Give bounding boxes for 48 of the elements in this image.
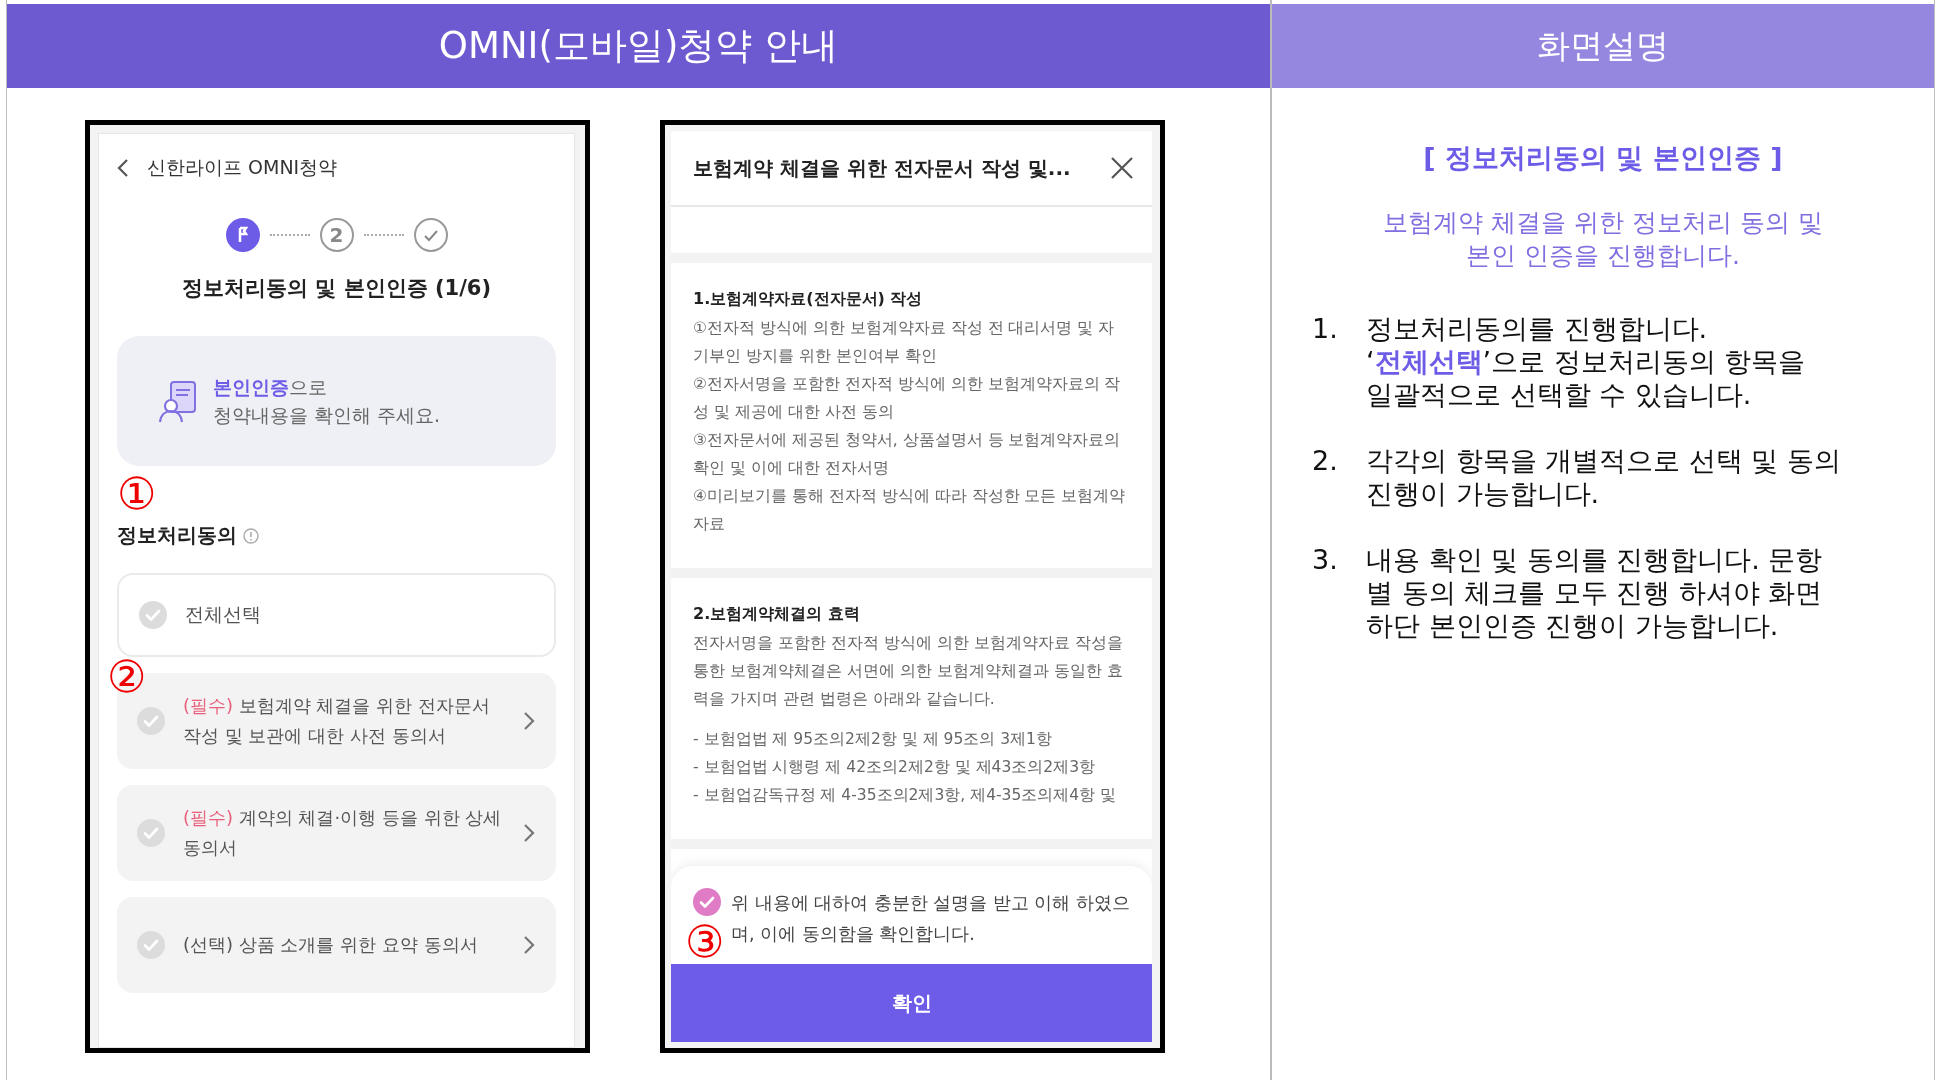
law-reference: - 보험업법 제 95조의2제2항 및 제 95조의 3제1항 [693, 729, 1053, 750]
consent-item[interactable]: (선택) 상품 소개를 위한 요약 동의서 [117, 897, 556, 993]
law-reference: - 보험업감독규정 제 4-35조의2제3항, 제4-35조의제4항 및 [693, 785, 1118, 806]
annotation-number: ③ [685, 918, 725, 966]
consent-text: (필수) 계약의 체결·이행 등을 위한 상세 동의서 [183, 806, 503, 860]
section-heading: 1.보험계약자료(전자문서) 작성 [693, 289, 924, 310]
section-heading: 2.보험계약체결의 효력 [693, 604, 861, 625]
checkbox[interactable] [693, 888, 721, 916]
checkbox[interactable] [137, 707, 165, 735]
step-description: 내용 확인 및 동의를 진행합니다. 문항 별 동의 체크를 모두 진행 하셔야 화면 하단 본인인증 진행이 가능합니다. [1366, 543, 1824, 642]
section-paragraph: ③전자문서에 제공된 청약서, 상품설명서 등 보험계약자료의 확인 및 이에 대한 전자서명 [693, 430, 1122, 479]
guide-subtitle: 보험계약 체결을 위한 정보처리 동의 및 본인 인증을 진행합니다. [1382, 207, 1824, 272]
step-number: 2. [1312, 444, 1338, 478]
notice-text: 본인인증으로 청약내용을 확인해 주세요. [213, 375, 441, 428]
app-title: 신한라이프 OMNI청약 [147, 155, 338, 180]
agreement-text: 위 내용에 대하여 충분한 설명을 받고 이해 하였으며, 이에 동의함을 확인합니다. [731, 892, 1130, 946]
confirm-button[interactable]: 확인 [671, 964, 1152, 1042]
page-title: 정보처리동의 및 본인인증 (1/6) [181, 275, 492, 302]
step-indicator: 2 [319, 218, 354, 252]
select-all-option[interactable]: 전체선택 [117, 573, 556, 657]
step-description: 각각의 항목을 개별적으로 선택 및 동의 진행이 가능합니다. [1366, 444, 1842, 510]
option-label: 전체선택 [185, 602, 261, 627]
info-icon[interactable] [243, 527, 259, 544]
header-title-bar: OMNI(모바일)청약 안내 [7, 4, 1270, 88]
modal-title: 보험계약 체결을 위한 전자문서 작성 및... [693, 154, 1071, 182]
step-description: 정보처리동의를 진행합니다. ‘전체선택’으로 정보처리동의 항목을 일괄적으로 선택할 수 있습니다. [1366, 312, 1807, 411]
checkbox[interactable] [137, 931, 165, 959]
law-reference: - 보험업법 시행령 제 42조의2제2항 및 제43조의2제3항 [693, 757, 1097, 778]
guide-title: [ 정보처리동의 및 본인인증 ] [1422, 141, 1784, 175]
section-paragraph: ①전자적 방식에 의한 보험계약자료 작성 전 대리서명 및 자기부인 방지를 위한 본인여부 확인 [693, 318, 1116, 367]
back-icon[interactable] [117, 158, 129, 178]
consent-item[interactable]: (필수) 계약의 체결·이행 등을 위한 상세 동의서 [117, 785, 556, 881]
annotation-number: ① [117, 470, 157, 518]
checkbox[interactable] [137, 819, 165, 847]
section-paragraph: 전자서명을 포함한 전자적 방식에 의한 보험계약자료 작성을 통한 보험계약체결은 서면에 의한 보험계약체결과 동일한 효력을 가지며 관련 법령은 아래와 같습니다. [693, 633, 1124, 710]
checkbox[interactable] [139, 601, 167, 629]
header-title-bar: 화면설명 [1272, 4, 1934, 88]
section-paragraph: ④미리보기를 통해 전자적 방식에 따라 작성한 모든 보험계약자료 [693, 486, 1127, 535]
step-number: 3. [1312, 543, 1338, 577]
chevron-right-icon [522, 823, 536, 843]
step-number: 1. [1312, 312, 1338, 346]
close-icon[interactable] [1110, 156, 1134, 180]
section-paragraph: ②전자서명을 포함한 전자적 방식에 의한 보험계약자료의 작성 및 제공에 대한 사전 동의 [693, 374, 1122, 423]
consent-text: (선택) 상품 소개를 위한 요약 동의서 [183, 933, 479, 957]
consent-text: (필수) 보험계약 체결을 위한 전자문서 작성 및 보관에 대한 사전 동의서 [183, 694, 491, 748]
chevron-right-icon [522, 935, 536, 955]
section-label: 정보처리동의 [117, 522, 237, 549]
chevron-right-icon [522, 711, 536, 731]
